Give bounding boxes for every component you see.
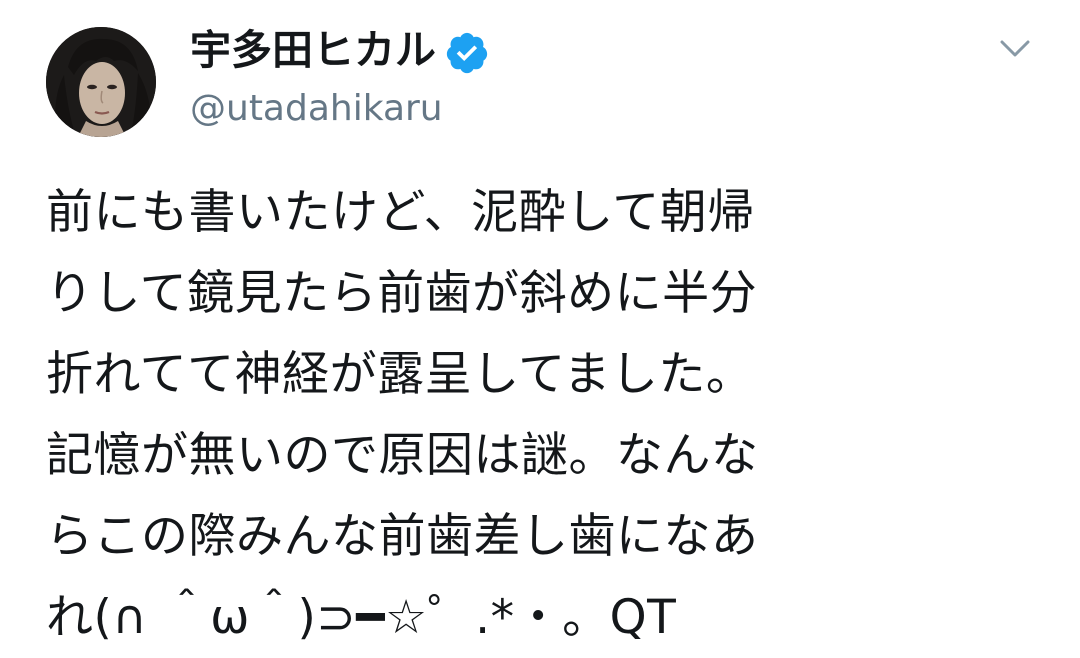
tweet-text-line: れ(∩ ＾ω＾)⊃━☆゜.*・。QT [46, 590, 677, 645]
tweet-text: 前にも書いたけど、泥酔して朝帰 りして鏡見たら前歯が斜めに半分 折れてて神経が露… [46, 172, 1046, 658]
tweet-text-line: 折れてて神経が露呈してました。 [46, 347, 754, 402]
tweet-text-line: 前にも書いたけど、泥酔して朝帰 [46, 185, 755, 240]
avatar[interactable] [46, 27, 156, 137]
tweet-card: 宇多田ヒカル @utadahikaru 前にも書いたけど、泥酔して朝帰 りして鏡… [0, 0, 1080, 652]
handle[interactable]: @utadahikaru [190, 86, 443, 132]
verified-badge-icon [446, 32, 488, 74]
tweet-text-line: りして鏡見たら前歯が斜めに半分 [46, 266, 758, 321]
avatar-photo [46, 27, 156, 137]
display-name[interactable]: 宇多田ヒカル [190, 24, 436, 76]
tweet-text-line: 記憶が無いので原因は謎。なんな [46, 428, 759, 483]
chevron-down-icon[interactable] [996, 34, 1034, 62]
tweet-text-line: らこの際みんな前歯差し歯になあ [46, 509, 759, 564]
